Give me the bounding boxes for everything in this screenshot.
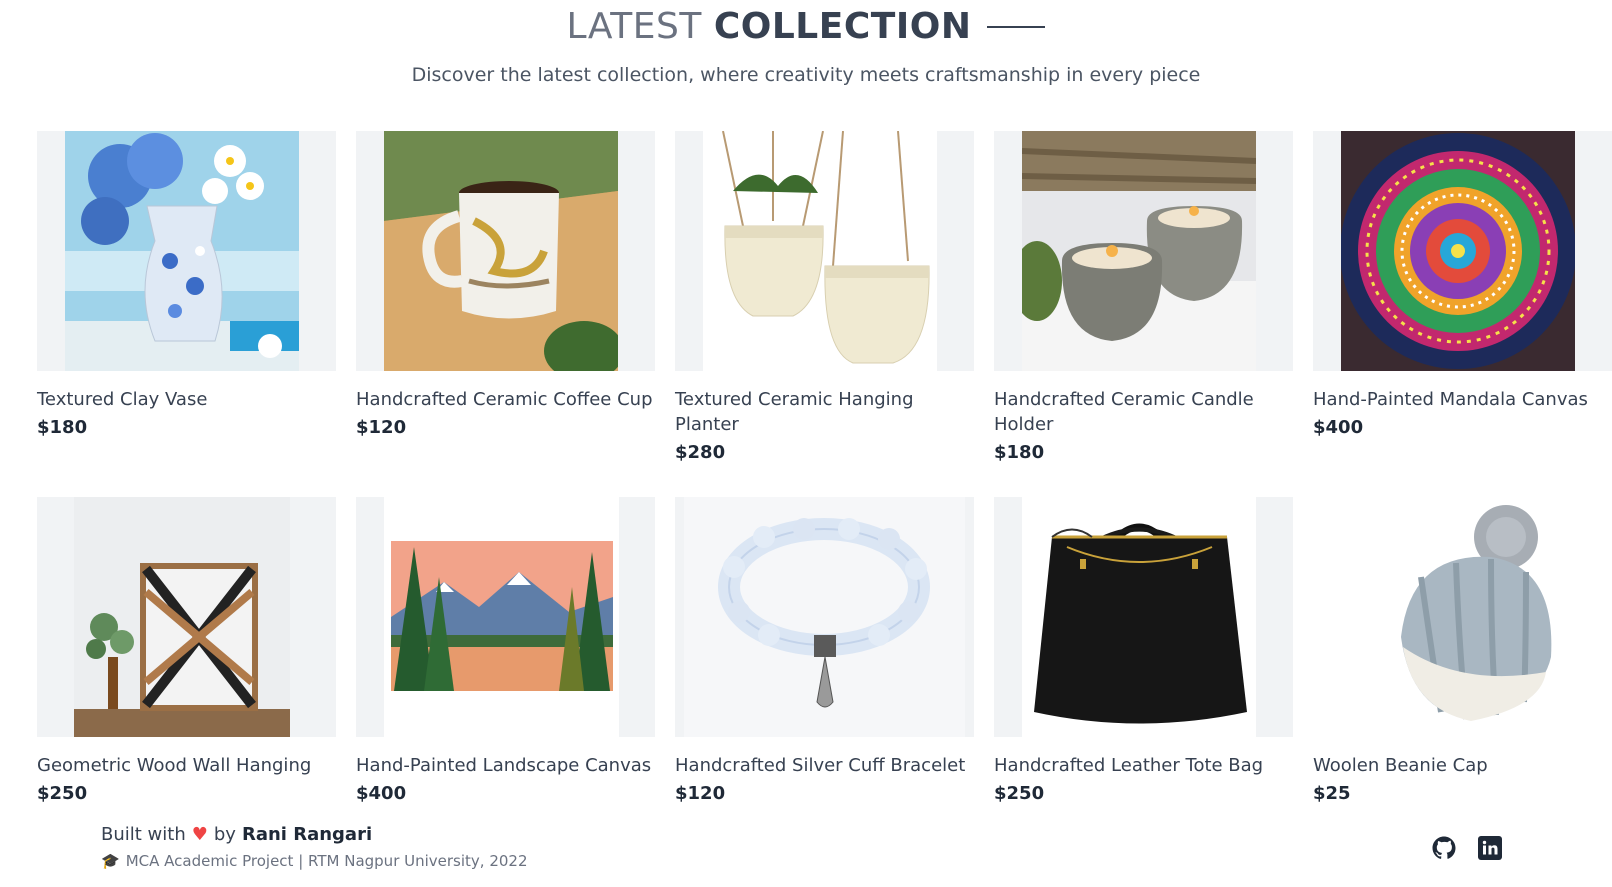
section-heading: LATEST COLLECTION [0, 6, 1612, 47]
product-image[interactable] [994, 131, 1293, 371]
mandala-dot-art-image [1341, 131, 1575, 371]
product-price: $180 [994, 442, 1045, 463]
product-price: $180 [37, 417, 88, 438]
product-card[interactable]: Handcrafted Leather Tote Bag $250 [994, 497, 1293, 827]
heart-icon: ♥ [191, 824, 208, 845]
product-card[interactable]: Handcrafted Ceramic Coffee Cup $120 [356, 131, 655, 497]
product-name[interactable]: Woolen Beanie Cap [1313, 753, 1612, 778]
product-image[interactable] [37, 497, 336, 737]
built-with-line: Built with ♥ by Rani Rangari [101, 824, 528, 845]
product-name[interactable]: Hand-Painted Landscape Canvas [356, 753, 655, 778]
credit-text: MCA Academic Project | RTM Nagpur Univer… [125, 852, 528, 870]
marble-mug-image [384, 131, 618, 371]
product-image[interactable] [1313, 497, 1612, 737]
product-card[interactable]: Textured Clay Vase $180 [37, 131, 336, 497]
product-card[interactable]: Hand-Painted Landscape Canvas $400 [356, 497, 655, 827]
product-price: $120 [675, 783, 726, 804]
product-name[interactable]: Handcrafted Ceramic Coffee Cup [356, 387, 655, 412]
bead-bracelet-image [684, 497, 965, 737]
grey-beanie-image [1341, 497, 1601, 737]
academic-credit: 🎓 MCA Academic Project | RTM Nagpur Univ… [101, 852, 528, 870]
product-price: $400 [356, 783, 407, 804]
heading-rule [987, 25, 1046, 28]
product-name[interactable]: Handcrafted Silver Cuff Bracelet [675, 753, 974, 778]
product-card[interactable]: Handcrafted Silver Cuff Bracelet $120 [675, 497, 974, 827]
product-name[interactable]: Handcrafted Leather Tote Bag [994, 753, 1293, 778]
product-price: $400 [1313, 417, 1364, 438]
product-image[interactable] [356, 497, 655, 737]
product-price: $120 [356, 417, 407, 438]
github-icon[interactable] [1432, 836, 1456, 860]
product-name[interactable]: Hand-Painted Mandala Canvas [1313, 387, 1612, 412]
product-price: $250 [37, 783, 88, 804]
by-text: by [213, 824, 236, 845]
product-grid: Textured Clay Vase $180 Handcrafted Cera… [37, 131, 1612, 827]
blue-flowers-vase-image [65, 131, 299, 371]
product-card[interactable]: Textured Ceramic Hanging Planter $280 [675, 131, 974, 497]
social-links [1432, 836, 1502, 860]
black-tote-bag-image [1022, 497, 1256, 737]
product-price: $250 [994, 783, 1045, 804]
product-image[interactable] [356, 131, 655, 371]
product-name[interactable]: Geometric Wood Wall Hanging [37, 753, 336, 778]
product-card[interactable]: Hand-Painted Mandala Canvas $400 [1313, 131, 1612, 497]
footer-credit: Built with ♥ by Rani Rangari 🎓 MCA Acade… [101, 824, 528, 870]
heading-bold-text: COLLECTION [713, 6, 972, 47]
graduation-cap-icon: 🎓 [101, 852, 120, 870]
product-name[interactable]: Handcrafted Ceramic Candle Holder [994, 387, 1293, 437]
product-card[interactable]: Handcrafted Ceramic Candle Holder $180 [994, 131, 1293, 497]
product-image[interactable] [675, 497, 974, 737]
hanging-planters-image [703, 131, 937, 371]
linkedin-icon[interactable] [1478, 836, 1502, 860]
built-with-text: Built with [101, 824, 186, 845]
landscape-painting-image [384, 497, 619, 737]
author-name[interactable]: Rani Rangari [242, 824, 372, 845]
product-name[interactable]: Textured Ceramic Hanging Planter [675, 387, 974, 437]
heading-light-text: LATEST [566, 6, 702, 47]
product-image[interactable] [994, 497, 1293, 737]
geometric-wood-art-image [74, 497, 290, 737]
product-card[interactable]: Geometric Wood Wall Hanging $250 [37, 497, 336, 827]
product-image[interactable] [675, 131, 974, 371]
product-card[interactable]: Woolen Beanie Cap $25 [1313, 497, 1612, 827]
product-image[interactable] [1313, 131, 1612, 371]
product-image[interactable] [37, 131, 336, 371]
candle-holders-image [1022, 131, 1256, 371]
product-price: $25 [1313, 783, 1351, 804]
product-name[interactable]: Textured Clay Vase [37, 387, 336, 412]
section-subtitle: Discover the latest collection, where cr… [411, 64, 1201, 86]
product-price: $280 [675, 442, 726, 463]
